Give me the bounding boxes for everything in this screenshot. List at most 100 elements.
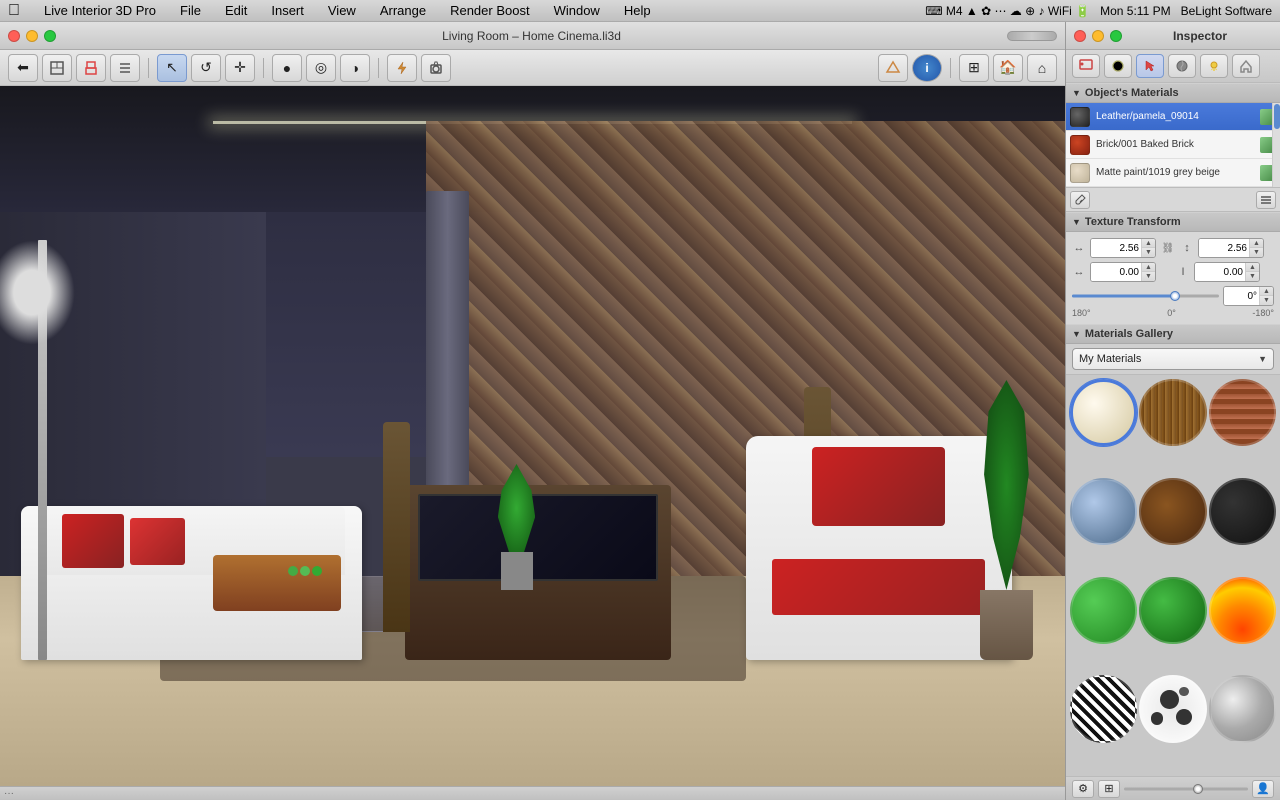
scene-area[interactable] xyxy=(0,86,1065,786)
gallery-item-fire[interactable] xyxy=(1209,577,1276,644)
toolbar: ⬅ ↖ ↺ ✛ ● ◎ ◑ xyxy=(0,50,1065,86)
lightning-button[interactable] xyxy=(387,54,417,82)
gallery-grid-button[interactable]: ⊞ xyxy=(1098,780,1120,798)
eyedropper-button[interactable] xyxy=(1070,191,1090,209)
tab-sphere[interactable] xyxy=(1104,54,1132,78)
gallery-item-cream[interactable] xyxy=(1070,379,1137,446)
gallery-size-slider[interactable] xyxy=(1124,782,1248,796)
height-up[interactable]: ▲ xyxy=(1250,239,1263,248)
gallery-item-wood1[interactable] xyxy=(1139,379,1206,446)
3d-view-button[interactable] xyxy=(878,54,908,82)
inspector-panel: Inspector ▼ Object xyxy=(1065,22,1280,800)
gallery-dropdown[interactable]: My Materials ▼ xyxy=(1072,348,1274,370)
offset-x-up[interactable]: ▲ xyxy=(1142,263,1155,272)
floorplan-button[interactable] xyxy=(42,54,72,82)
donut-tool[interactable]: ◎ xyxy=(306,54,336,82)
select-tool[interactable]: ↖ xyxy=(157,54,187,82)
gallery-item-green2[interactable] xyxy=(1139,577,1206,644)
apple-menu[interactable]:  xyxy=(8,2,20,20)
offset-x-input[interactable] xyxy=(1091,263,1141,281)
offset-x-down[interactable]: ▼ xyxy=(1142,272,1155,281)
rotation-input[interactable] xyxy=(1224,287,1259,305)
gallery-item-water[interactable] xyxy=(1070,478,1137,545)
rotation-thumb[interactable] xyxy=(1170,291,1180,301)
sep2 xyxy=(263,58,264,78)
menu-render[interactable]: Render Boost xyxy=(446,2,534,19)
viewport-container: Living Room – Home Cinema.li3d ⬅ ↖ ↺ ✛ ●… xyxy=(0,22,1065,800)
materials-scrollbar[interactable] xyxy=(1272,103,1280,187)
offset-y-up[interactable]: ▲ xyxy=(1246,263,1259,272)
gallery-dropdown-row: My Materials ▼ xyxy=(1066,344,1280,375)
inspector-min[interactable] xyxy=(1092,30,1104,42)
menu-arrange[interactable]: Arrange xyxy=(376,2,430,19)
offset-h-icon: ↔ xyxy=(1072,266,1086,278)
pillow-left xyxy=(62,514,123,568)
menu-help[interactable]: Help xyxy=(620,2,655,19)
material-item-0[interactable]: Leather/pamela_09014 xyxy=(1066,103,1280,131)
print-button[interactable] xyxy=(76,54,106,82)
grid-button[interactable]: ⊞ xyxy=(959,54,989,82)
list-button[interactable] xyxy=(110,54,140,82)
menu-edit[interactable]: Edit xyxy=(221,2,251,19)
rotation-up[interactable]: ▲ xyxy=(1260,287,1273,296)
close-button[interactable] xyxy=(8,30,20,42)
menu-file[interactable]: File xyxy=(176,2,205,19)
house-button[interactable]: 🏠 xyxy=(993,54,1023,82)
material-swatch-2 xyxy=(1070,163,1090,183)
material-item-1[interactable]: Brick/001 Baked Brick xyxy=(1066,131,1280,159)
gallery-item-metal[interactable] xyxy=(1209,675,1276,742)
rotation-slider[interactable] xyxy=(1072,289,1219,303)
camera-button[interactable] xyxy=(421,54,451,82)
gallery-item-wood2[interactable] xyxy=(1139,478,1206,545)
info-button[interactable]: i xyxy=(912,54,942,82)
offset-y-group: ▲ ▼ xyxy=(1194,262,1260,282)
height-input[interactable] xyxy=(1199,239,1249,257)
gallery-item-zebra[interactable] xyxy=(1070,675,1137,742)
link-icon[interactable]: ⛓ xyxy=(1160,240,1176,256)
width-down[interactable]: ▼ xyxy=(1142,248,1155,257)
offset-y-input[interactable] xyxy=(1195,263,1245,281)
offset-y-down[interactable]: ▼ xyxy=(1246,272,1259,281)
home-button[interactable]: ⌂ xyxy=(1027,54,1057,82)
menu-insert[interactable]: Insert xyxy=(267,2,308,19)
width-up[interactable]: ▲ xyxy=(1142,239,1155,248)
tab-texture[interactable] xyxy=(1168,54,1196,78)
menu-app[interactable]: Live Interior 3D Pro xyxy=(40,2,160,19)
materials-menu-button[interactable] xyxy=(1256,191,1276,209)
tab-paintbrush[interactable] xyxy=(1072,54,1100,78)
gallery-item-green[interactable] xyxy=(1070,577,1137,644)
tab-cursor[interactable] xyxy=(1136,54,1164,78)
rotation-track xyxy=(1072,295,1219,298)
gallery-item-spots[interactable] xyxy=(1139,675,1206,742)
materials-toolbar xyxy=(1066,188,1280,212)
inspector-max[interactable] xyxy=(1110,30,1122,42)
offset-x-stepper: ▲ ▼ xyxy=(1141,263,1155,281)
window-resize[interactable] xyxy=(1007,31,1057,41)
rotate-tool[interactable]: ↺ xyxy=(191,54,221,82)
sphere-tool[interactable]: ● xyxy=(272,54,302,82)
tab-light[interactable] xyxy=(1200,54,1228,78)
height-down[interactable]: ▼ xyxy=(1250,248,1263,257)
gallery-item-dark[interactable] xyxy=(1209,478,1276,545)
menu-view[interactable]: View xyxy=(324,2,360,19)
gallery-settings-button[interactable]: ⚙ xyxy=(1072,780,1094,798)
gallery-person-button[interactable]: 👤 xyxy=(1252,780,1274,798)
offset-v-icon: I xyxy=(1176,266,1190,278)
move-tool[interactable]: ✛ xyxy=(225,54,255,82)
material-item-2[interactable]: Matte paint/1019 grey beige xyxy=(1066,159,1280,187)
rotation-down[interactable]: ▼ xyxy=(1260,296,1273,305)
half-tool[interactable]: ◑ xyxy=(340,54,370,82)
tab-house[interactable] xyxy=(1232,54,1260,78)
inspector-traffic-lights xyxy=(1074,30,1122,42)
minimize-button[interactable] xyxy=(26,30,38,42)
width-input[interactable] xyxy=(1091,239,1141,257)
materials-scroll-thumb[interactable] xyxy=(1274,104,1280,129)
menu-window[interactable]: Window xyxy=(550,2,604,19)
maximize-button[interactable] xyxy=(44,30,56,42)
inspector-close[interactable] xyxy=(1074,30,1086,42)
small-plant-pot xyxy=(501,552,533,590)
back-button[interactable]: ⬅ xyxy=(8,54,38,82)
objects-materials-label: Object's Materials xyxy=(1085,87,1179,99)
gallery-item-brick[interactable] xyxy=(1209,379,1276,446)
gallery-slider-thumb[interactable] xyxy=(1193,784,1203,794)
